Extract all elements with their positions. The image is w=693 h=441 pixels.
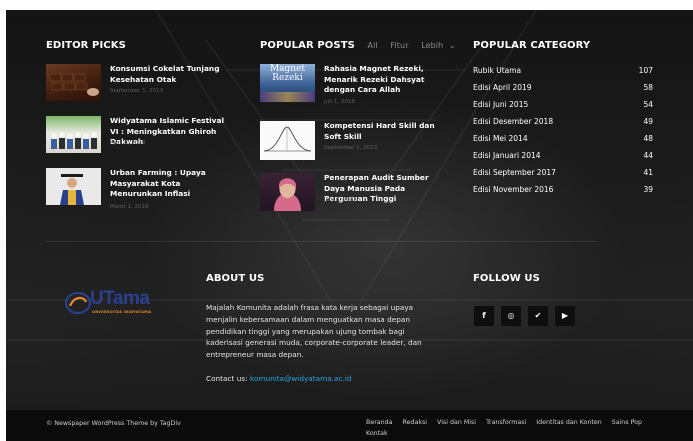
category-item[interactable]: Edisi April 2019 58 [473,83,653,100]
footer-bottom-bar: © Newspaper WordPress Theme by TagDiv Be… [6,410,693,441]
category-name[interactable]: Edisi November 2016 [473,185,553,194]
category-name[interactable]: Edisi September 2017 [473,168,556,177]
festival-group-thumbnail[interactable] [46,116,101,153]
chevron-down-icon[interactable]: ⌄ [449,41,456,50]
category-count: 44 [643,151,653,160]
popular-posts-heading: POPULAR POSTS All Fitur Lebih ⌄ [260,40,456,51]
popular-posts-title: POPULAR POSTS [260,40,355,51]
post-date: Juni 6, 2015 [324,197,357,203]
category-name[interactable]: Edisi Desember 2018 [473,117,553,126]
category-item[interactable]: Edisi Desember 2018 49 [473,117,653,134]
thumb-word-2: Rezeki [272,73,303,83]
contact-line: Contact us: komunita@widyatama.ac.id [206,374,351,383]
section-divider [46,241,597,242]
post-title[interactable]: Rahasia Magnet Rezeki, Menarik Rezeki Da… [324,64,446,96]
footer-link-transformasi[interactable]: Transformasi [486,419,526,426]
category-item[interactable]: Edisi November 2016 39 [473,185,653,202]
post-date: Maret 1, 2018 [110,204,149,210]
post-date: Juli 1, 2018 [324,99,355,105]
about-description: Majalah Komunita adalah frasa kata kerja… [206,303,422,360]
youtube-icon[interactable]: ▶ [555,306,575,326]
category-name[interactable]: Rubik Utama [473,66,521,75]
tab-fitur[interactable]: Fitur [390,41,408,50]
site-footer: EDITOR PICKS Konsumsi Cokelat Tunjang Ke… [6,10,693,441]
category-name[interactable]: Edisi Juni 2015 [473,100,528,109]
tab-all[interactable]: All [368,41,378,50]
footer-link-sains-pop[interactable]: Sains Pop [612,419,642,426]
magnet-rezeki-thumbnail[interactable]: Magnet Rezeki [260,64,315,102]
woman-portrait-thumbnail[interactable] [260,173,315,211]
footer-link-kontak[interactable]: Kontak [366,430,388,437]
category-name[interactable]: Edisi Januari 2014 [473,151,541,160]
utama-logo[interactable]: UTama UNIVERSITAS WIDYATAMA [64,288,174,318]
twitter-icon[interactable]: ✔ [528,306,548,326]
category-name[interactable]: Edisi Mei 2014 [473,134,528,143]
category-count: 41 [643,168,653,177]
footer-link-identitas-konten[interactable]: Identitas dan Konten [536,419,601,426]
popular-post-item[interactable]: Penerapan Audit Sumber Daya Manusia Pada… [260,173,450,218]
follow-us-heading: FOLLOW US [473,273,540,284]
footer-link-beranda[interactable]: Beranda [366,419,393,426]
post-date: September 1, 2013 [324,145,378,151]
category-count: 39 [643,185,653,194]
footer-menu: Beranda Redaksi Visi dan Misi Transforma… [366,417,656,439]
category-name[interactable]: Edisi April 2019 [473,83,532,92]
post-title[interactable]: Urban Farming : Upaya Masyarakat Kota Me… [110,168,232,200]
popular-post-item[interactable]: Magnet Rezeki Rahasia Magnet Rezeki, Men… [260,64,450,116]
popular-post-item[interactable]: Kompetensi Hard Skill dan Soft Skill Sep… [260,121,450,166]
logo-wordmark: UTama [90,288,150,309]
about-us-heading: ABOUT US [206,273,265,284]
category-count: 49 [643,117,653,126]
category-count: 107 [638,66,653,75]
facebook-icon[interactable]: f [474,306,494,326]
post-date: April 3, 2019 [110,140,146,146]
contact-email-link[interactable]: komunita@widyatama.ac.id [250,374,352,383]
logo-subtitle: UNIVERSITAS WIDYATAMA [92,309,152,314]
category-count: 54 [643,100,653,109]
popular-category-heading: POPULAR CATEGORY [473,40,591,51]
chocolate-thumbnail[interactable] [46,64,101,101]
editor-pick-item[interactable]: Urban Farming : Upaya Masyarakat Kota Me… [46,168,236,218]
logo-swirl-icon [64,291,92,315]
tab-lebih[interactable]: Lebih [421,41,443,50]
post-date: September 1, 2013 [110,88,164,94]
graduate-thumbnail[interactable] [46,168,101,205]
category-count: 58 [643,83,653,92]
category-count: 48 [643,134,653,143]
post-title[interactable]: Konsumsi Cokelat Tunjang Kesehatan Otak [110,64,232,85]
category-item[interactable]: Rubik Utama 107 [473,66,653,83]
footer-link-visi-misi[interactable]: Visi dan Misi [437,419,476,426]
editor-picks-heading: EDITOR PICKS [46,40,126,51]
category-item[interactable]: Edisi September 2017 41 [473,168,653,185]
footer-link-redaksi[interactable]: Redaksi [403,419,428,426]
category-item[interactable]: Edisi Januari 2014 44 [473,151,653,168]
skill-curve-thumbnail[interactable] [260,121,315,160]
category-item[interactable]: Edisi Juni 2015 54 [473,100,653,117]
contact-label: Contact us: [206,374,248,383]
editor-pick-item[interactable]: Konsumsi Cokelat Tunjang Kesehatan Otak … [46,64,236,109]
editor-pick-item[interactable]: Widyatama Islamic Festival VI : Meningka… [46,116,236,161]
copyright-text: © Newspaper WordPress Theme by TagDiv [46,420,181,427]
instagram-icon[interactable]: ◎ [501,306,521,326]
post-title[interactable]: Kompetensi Hard Skill dan Soft Skill [324,121,446,142]
category-item[interactable]: Edisi Mei 2014 48 [473,134,653,151]
